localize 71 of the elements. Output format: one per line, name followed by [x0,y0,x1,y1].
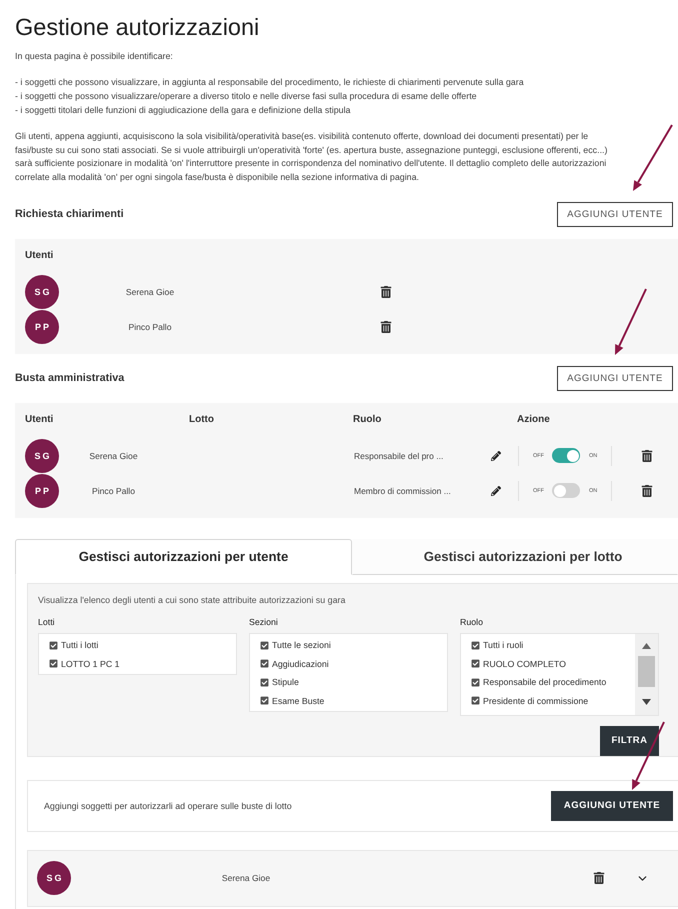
user-row[interactable]: SG Serena Gioe [27,850,678,907]
add-user-button[interactable]: AGGIUNGI UTENTE [557,202,673,227]
column-header: Lotto [189,412,215,427]
column-header: Utenti [25,412,54,427]
caret-up-icon[interactable] [642,642,651,649]
page-title: Gestione autorizzazioni [15,13,260,42]
annotation-arrow [615,288,647,355]
checkbox-label[interactable]: Tutti i ruoli [483,640,524,650]
checkbox[interactable] [260,678,269,687]
checkbox-label[interactable]: Tutte le sezioni [272,640,331,650]
pencil-icon[interactable] [491,486,501,496]
toggle-switch[interactable] [552,483,580,498]
checkbox[interactable] [471,659,480,668]
list-item-text: - i soggetti che possono visualizzare/operare a diverso titolo e nelle diverse fasi sulla procedura di esame delle offerte [15,90,477,103]
trash-icon[interactable] [641,484,654,497]
role-text: Responsabile del pro ... [354,450,444,461]
checkbox[interactable] [260,696,269,706]
role-text: Membro di commission ... [354,486,452,496]
trash-icon[interactable] [593,872,605,884]
trash-icon[interactable] [380,320,392,333]
tab[interactable]: Gestisci autorizzazioni per utente [15,538,352,575]
filter-button[interactable]: FILTRA [600,726,659,756]
trash-icon[interactable] [380,286,392,298]
add-user-button[interactable]: AGGIUNGI UTENTE [551,790,673,821]
user-avatar: SG [25,274,59,309]
pencil-icon[interactable] [491,450,501,461]
intro-text: In questa pagina è possibile identificare: [15,50,173,63]
caret-down-icon[interactable] [642,698,651,705]
column-header: Azione [517,412,551,427]
filter-label: Ruolo [460,616,483,628]
section-title: Busta amministrativa [15,372,124,384]
column-header: Ruolo [353,412,382,427]
trash-icon[interactable] [641,450,654,462]
annotation-arrow [633,124,673,191]
checkbox-label[interactable]: RUOLO COMPLETO [483,658,566,669]
column-header: Utenti [25,248,54,263]
checkbox-label[interactable]: Presidente di commissione [483,696,588,706]
checkbox-label[interactable]: LOTTO 1 PC 1 [61,658,120,669]
checkbox[interactable] [471,696,480,706]
filter-label: Sezioni [249,616,278,628]
add-user-button[interactable]: AGGIUNGI UTENTE [557,366,673,391]
list-item-text: - i soggetti titolari delle funzioni di aggiudicazione della gara e definizione della stipula [15,104,350,117]
intro-paragraph: Gli utenti, appena aggiunti, acquisiscono la sola visibilità/operatività base(es. visibilità contenuto offerte, download dei documenti presentati) per le fasi/buste su cui sono stati associati. Se si vuole attribuirgli un'operatività 'forte' (es. apertura buste, assegnazione punteggi, esclusione offerenti, ecc...) sarà sufficiente posizionare in modalità 'on' l'interruttore presente in corrispondenza del nominativo dell'utente. Il dettaglio completo delle autorizzazioni correlate alla modalità 'on' per ogni singola fase/busta è disponibile nella sezione informativa di pagina. [15,130,608,184]
user-avatar: SG [37,861,71,896]
checkbox-label[interactable]: Stipule [272,677,299,688]
checkbox[interactable] [260,659,269,668]
toggle-switch[interactable] [552,448,580,464]
user-name: Pinco Pallo [128,322,172,332]
user-avatar: PP [25,474,59,508]
scrollbar[interactable] [635,634,658,715]
section-title: Richiesta chiarimenti [15,208,124,220]
filter-label: Lotti [38,616,55,628]
checkbox[interactable] [49,640,58,650]
user-name: Serena Gioe [220,873,272,884]
user-name: Serena Gioe [88,450,139,461]
user-avatar: PP [25,310,59,344]
checkbox[interactable] [49,659,58,668]
user-avatar: SG [25,438,59,473]
scrollbar-thumb[interactable] [638,656,655,687]
user-name: Serena Gioe [126,286,174,297]
user-name: Pinco Pallo [91,486,136,496]
checkbox[interactable] [471,640,480,650]
checkbox[interactable] [471,678,480,687]
filter-description: Visualizza l'elenco degli utenti a cui sono state attribuite autorizzazioni su gara [38,594,346,606]
list-item-text: - i soggetti che possono visualizzare, in aggiunta al responsabile del procedimento, le richieste di chiarimenti pervenute sulla gara [15,76,524,89]
checkbox-label[interactable]: Tutti i lotti [61,640,98,650]
checkbox-label[interactable]: Responsabile del procedimento [483,677,606,688]
checkbox[interactable] [260,640,269,650]
checkbox-label[interactable]: Esame Buste [272,696,324,706]
checkbox-label[interactable]: Aggiudicazioni [272,658,329,669]
add-panel-text: Aggiungi soggetti per autorizzarli ad operare sulle buste di lotto [44,800,292,811]
